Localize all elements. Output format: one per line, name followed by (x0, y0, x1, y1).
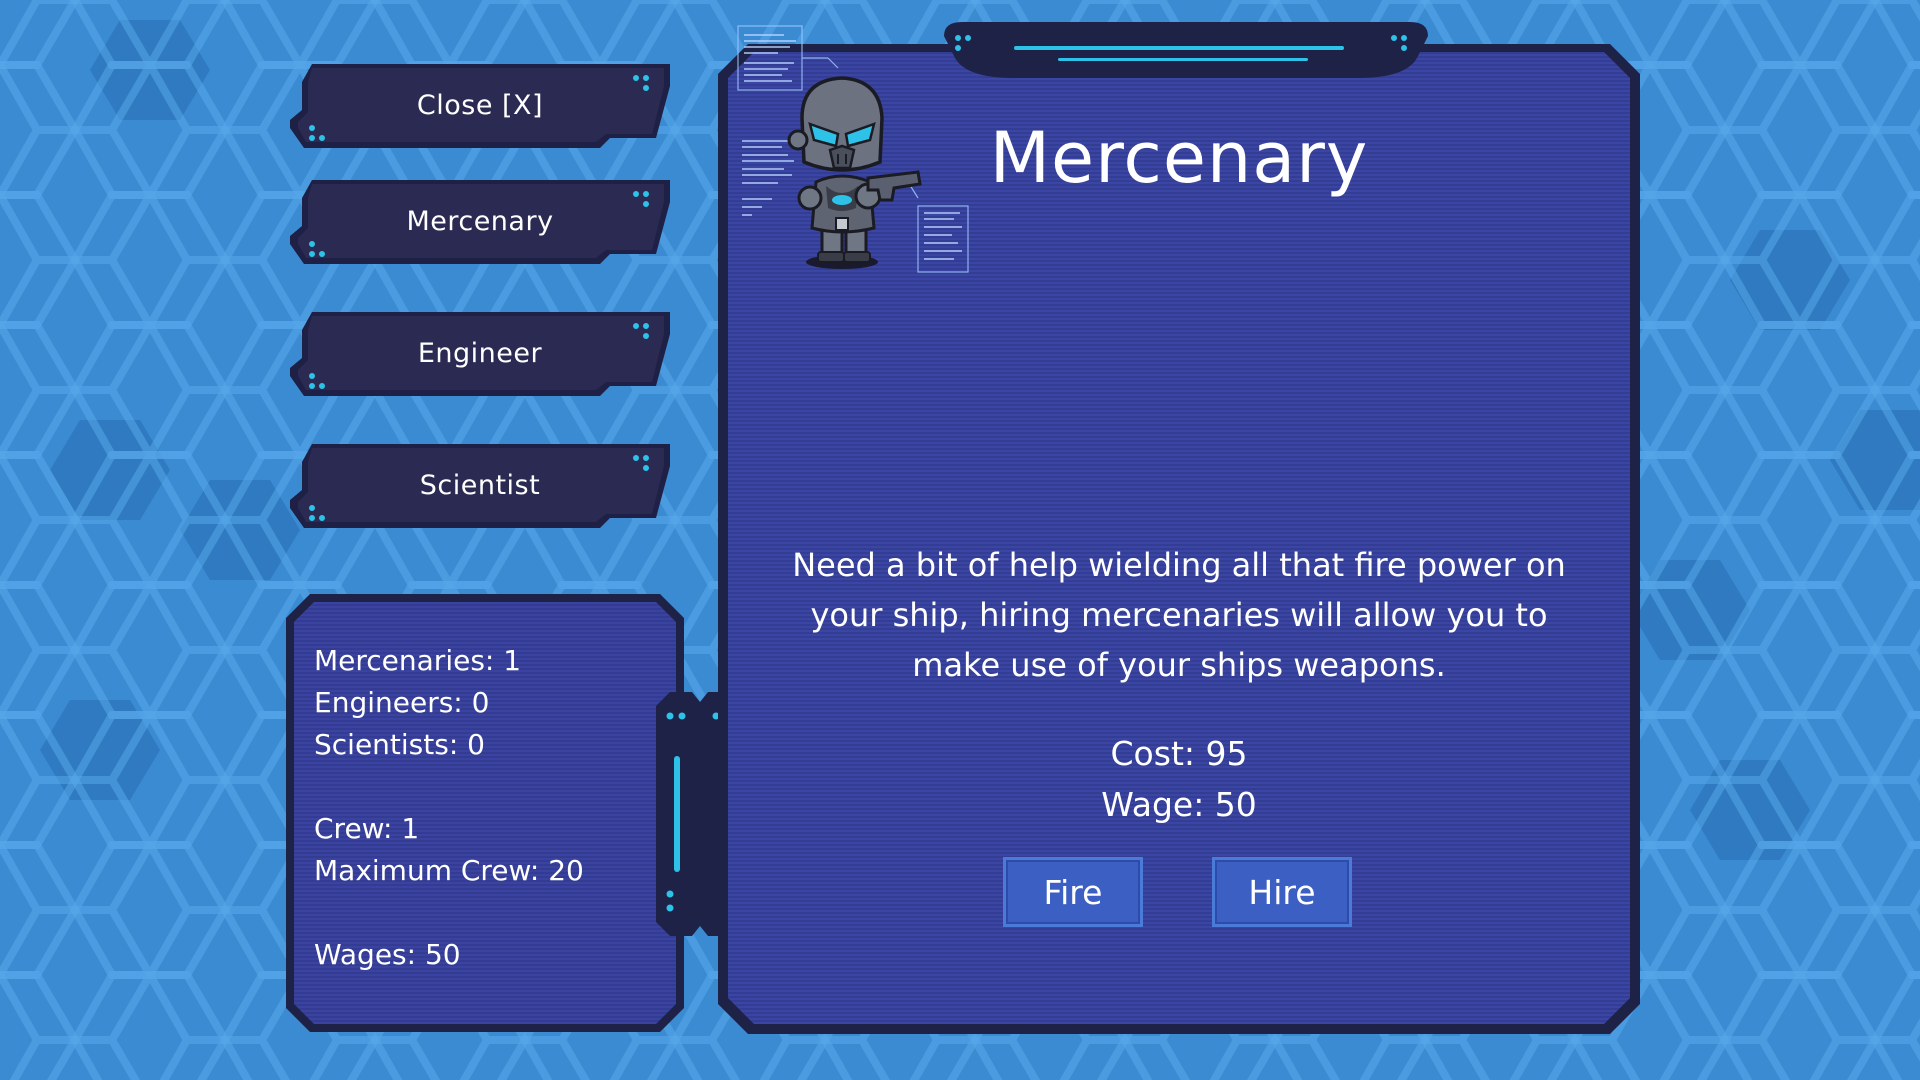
mercenary-robot-icon (737, 25, 969, 273)
engineer-button[interactable]: Engineer (290, 312, 670, 396)
crew-count: Crew: 1 (314, 812, 420, 845)
max-crew-count: Maximum Crew: 20 (314, 854, 584, 887)
engineer-button-label: Engineer (417, 337, 543, 369)
close-button-label: Close [X] (416, 89, 544, 121)
mercenaries-count: Mercenaries: 1 (314, 644, 522, 677)
close-button[interactable]: Close [X] (290, 64, 670, 148)
unit-wage: Wage: 50 (1101, 785, 1257, 824)
scientists-count: Scientists: 0 (314, 728, 485, 761)
hire-button[interactable]: Hire (1212, 857, 1352, 927)
mercenary-button-label: Mercenary (406, 205, 554, 237)
detail-panel: Mercenary Need a bit of help wielding al… (718, 22, 1640, 1034)
engineers-count: Engineers: 0 (314, 686, 490, 719)
fire-button[interactable]: Fire (1003, 857, 1143, 927)
mercenary-button[interactable]: Mercenary (290, 180, 670, 264)
wages-total: Wages: 50 (314, 938, 461, 971)
unit-cost: Cost: 95 (1110, 734, 1248, 773)
scientist-button[interactable]: Scientist (290, 444, 670, 528)
unit-description: Need a bit of help wielding all that fir… (792, 546, 1566, 684)
crew-stats-panel: Mercenaries: 1 Engineers: 0 Scientists: … (286, 594, 684, 1034)
scientist-button-label: Scientist (419, 469, 541, 501)
